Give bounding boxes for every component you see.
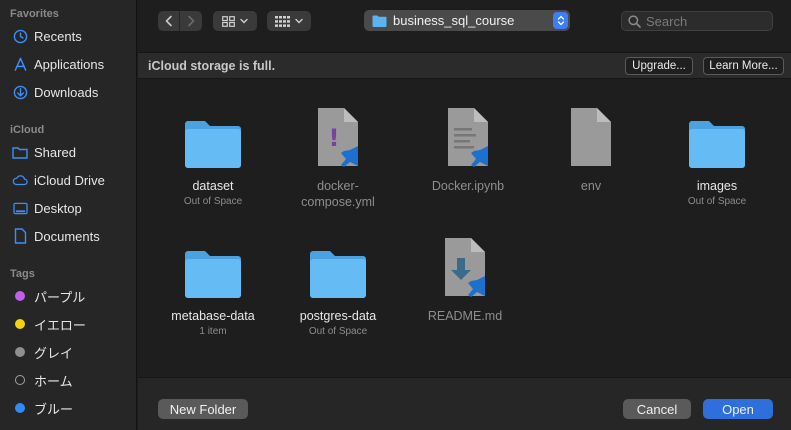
document-icon	[12, 228, 28, 244]
file-item-dataset[interactable]: dataset Out of Space	[158, 100, 268, 208]
grid-view-icon	[222, 15, 235, 27]
sidebar-tag-blue[interactable]: ブルー	[0, 396, 137, 420]
file-item-postgres-data[interactable]: postgres-data Out of Space	[283, 230, 393, 338]
sidebar-tag-gray[interactable]: グレイ	[0, 340, 137, 364]
cancel-button[interactable]: Cancel	[623, 399, 691, 419]
icloud-heading: iCloud	[10, 124, 45, 136]
updown-chevron-icon	[553, 12, 568, 29]
file-name: env	[580, 179, 602, 193]
chevron-right-icon	[188, 15, 195, 27]
back-button[interactable]	[158, 11, 180, 31]
favorites-heading: Favorites	[10, 8, 59, 20]
sidebar-item-documents[interactable]: Documents	[0, 224, 137, 248]
forward-button[interactable]	[180, 11, 202, 31]
sidebar-tag-home[interactable]: ホーム	[0, 368, 137, 392]
sidebar-item-label: グレイ	[34, 345, 74, 361]
sidebar-item-desktop[interactable]: Desktop	[0, 196, 137, 220]
sidebar-item-shared[interactable]: Shared	[0, 140, 137, 164]
file-name: images	[696, 179, 738, 193]
location-popup[interactable]: business_sql_course	[364, 10, 570, 31]
toolbar: business_sql_course	[138, 0, 791, 52]
file-item-docker-compose[interactable]: ! docker- compose.yml	[283, 100, 393, 210]
file-status: 1 item	[199, 326, 227, 337]
chevron-down-icon	[295, 18, 303, 24]
download-icon	[12, 84, 28, 100]
sidebar-item-label: Desktop	[34, 200, 82, 216]
yellow-tag-icon	[15, 319, 25, 329]
file-item-images[interactable]: images Out of Space	[662, 100, 772, 208]
sidebar-item-downloads[interactable]: Downloads	[0, 80, 137, 104]
file-browser: dataset Out of Space ! docker- compose.y…	[138, 80, 791, 377]
file-name: README.md	[427, 309, 503, 323]
folder-icon	[372, 15, 387, 27]
cloud-icon	[12, 172, 28, 188]
sidebar-item-label: Downloads	[34, 84, 99, 100]
view-mode-button[interactable]	[213, 11, 257, 31]
storage-banner: iCloud storage is full. Upgrade... Learn…	[138, 52, 791, 79]
clock-icon	[12, 28, 28, 44]
gray-tag-icon	[15, 347, 25, 357]
tags-heading: Tags	[10, 268, 35, 280]
search-input[interactable]	[646, 13, 766, 29]
sidebar-item-label: Recents	[34, 28, 82, 44]
file-name: postgres-data	[299, 309, 377, 323]
svg-text:!: !	[329, 124, 340, 152]
sidebar-item-label: イエロー	[34, 317, 86, 333]
sidebar-item-label: Documents	[34, 228, 100, 244]
file-name: Docker.ipynb	[431, 179, 505, 193]
sidebar-item-label: ブルー	[34, 401, 74, 417]
chevron-down-icon	[240, 18, 248, 24]
dialog-footer: New Folder Cancel Open	[138, 377, 791, 430]
file-name: metabase-data	[171, 309, 255, 323]
search-field[interactable]	[621, 11, 773, 31]
sidebar-tag-purple[interactable]: パープル	[0, 284, 137, 308]
folder-icon	[158, 230, 268, 300]
sidebar-item-recents[interactable]: Recents	[0, 24, 137, 48]
search-icon	[628, 14, 641, 28]
sidebar-tag-yellow[interactable]: イエロー	[0, 312, 137, 336]
learn-more-button[interactable]: Learn More...	[703, 57, 784, 75]
folder-icon	[662, 100, 772, 170]
sidebar-item-icloud-drive[interactable]: iCloud Drive	[0, 168, 137, 192]
sidebar: Favorites Recents Applications Downloads…	[0, 0, 137, 430]
group-by-button[interactable]	[267, 11, 311, 31]
sidebar-item-label: iCloud Drive	[34, 172, 105, 188]
file-item-readme[interactable]: README.md	[410, 230, 520, 324]
home-tag-icon	[15, 375, 25, 385]
file-name: dataset	[192, 179, 234, 193]
sidebar-item-applications[interactable]: Applications	[0, 52, 137, 76]
navigation-group	[158, 11, 202, 31]
desktop-icon	[12, 200, 28, 216]
new-folder-button[interactable]: New Folder	[158, 399, 248, 419]
applications-icon	[12, 56, 28, 72]
file-item-env[interactable]: env	[536, 100, 646, 194]
folder-icon	[158, 100, 268, 170]
md-file-icon	[410, 230, 520, 300]
file-item-docker-ipynb[interactable]: Docker.ipynb	[413, 100, 523, 194]
purple-tag-icon	[15, 291, 25, 301]
ipynb-file-icon	[413, 100, 523, 170]
file-name: docker- compose.yml	[301, 179, 375, 209]
location-label: business_sql_course	[393, 13, 515, 28]
file-status: Out of Space	[308, 326, 368, 337]
sidebar-item-label: パープル	[34, 289, 86, 305]
sidebar-item-label: Shared	[34, 144, 76, 160]
blank-file-icon	[536, 100, 646, 170]
storage-message: iCloud storage is full.	[148, 59, 276, 73]
file-status: Out of Space	[183, 196, 243, 207]
yml-file-icon: !	[283, 100, 393, 170]
folder-icon	[283, 230, 393, 300]
chevron-left-icon	[165, 15, 172, 27]
file-item-metabase-data[interactable]: metabase-data 1 item	[158, 230, 268, 338]
shared-folder-icon	[12, 144, 28, 160]
upgrade-button[interactable]: Upgrade...	[625, 57, 693, 75]
open-button[interactable]: Open	[703, 399, 773, 419]
sidebar-item-label: ホーム	[34, 373, 73, 389]
group-grid-icon	[275, 15, 290, 27]
blue-tag-icon	[15, 403, 25, 413]
sidebar-item-label: Applications	[34, 56, 105, 72]
file-status: Out of Space	[687, 196, 747, 207]
